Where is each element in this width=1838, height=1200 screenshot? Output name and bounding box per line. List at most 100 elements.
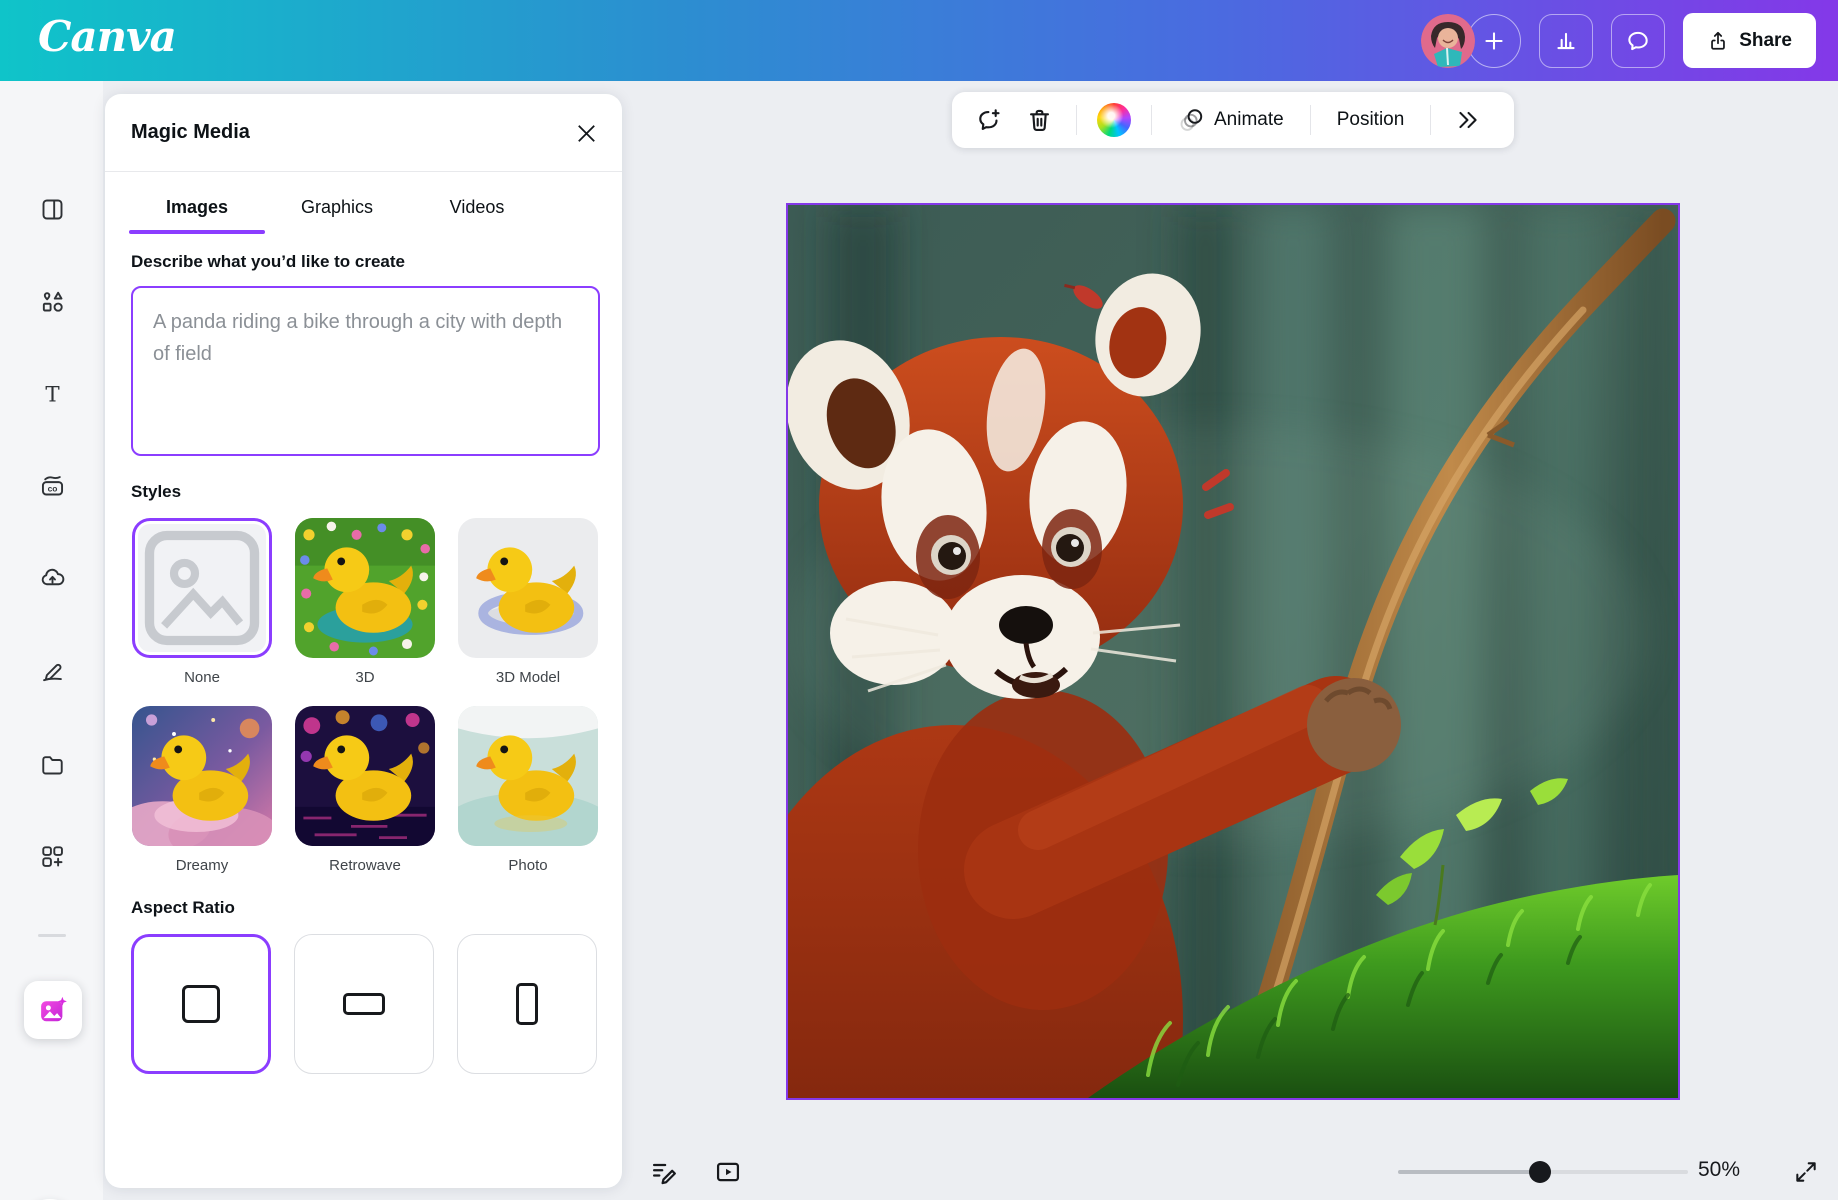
delete-button[interactable]	[1018, 99, 1060, 141]
aspect-option-portrait[interactable]	[457, 934, 597, 1074]
comments-button[interactable]	[1611, 14, 1665, 68]
style-option-dreamy[interactable]: Dreamy	[132, 706, 272, 874]
avatar[interactable]	[1421, 14, 1475, 68]
styles-grid: None	[132, 518, 600, 874]
tab-videos[interactable]: Videos	[407, 180, 547, 234]
canva-logo[interactable]: Canva	[38, 12, 176, 61]
sidebar-item-magic-media[interactable]	[24, 981, 82, 1039]
animate-button[interactable]: Animate	[1168, 98, 1294, 142]
expand-icon	[1793, 1159, 1819, 1185]
toolbar-divider	[1151, 105, 1152, 135]
folder-icon	[39, 751, 66, 778]
svg-text:co: co	[47, 483, 57, 493]
landscape-ratio-icon	[343, 993, 385, 1015]
style-option-retrowave[interactable]: Retrowave	[295, 706, 435, 874]
style-thumb-3d-model[interactable]	[458, 518, 598, 658]
style-thumb-3d[interactable]	[295, 518, 435, 658]
comment-add-icon	[976, 107, 1003, 134]
aspect-ratio-label: Aspect Ratio	[131, 898, 600, 918]
describe-label: Describe what you’d like to create	[131, 252, 600, 272]
style-3d-preview	[295, 518, 435, 658]
panel-title: Magic Media	[131, 121, 250, 144]
play-presentation-icon	[714, 1158, 742, 1186]
speech-bubble-icon	[1625, 28, 1651, 54]
style-thumb-none[interactable]	[132, 518, 272, 658]
elements-shapes-icon	[39, 288, 66, 315]
share-label: Share	[1739, 30, 1792, 52]
text-icon: T	[39, 380, 66, 407]
style-option-none[interactable]: None	[132, 518, 272, 686]
svg-text:T: T	[45, 382, 60, 407]
tab-images[interactable]: Images	[127, 180, 267, 234]
magic-media-icon	[38, 995, 68, 1025]
add-comment-button[interactable]	[968, 99, 1010, 141]
add-member-button[interactable]	[1467, 14, 1521, 68]
animate-icon	[1178, 106, 1206, 134]
zoom-slider[interactable]	[1398, 1170, 1688, 1174]
canvas-toolbar: Animate Position	[952, 92, 1514, 148]
style-option-3d-model[interactable]: 3D Model	[458, 518, 598, 686]
double-chevron-right-icon	[1455, 107, 1481, 133]
sidebar-item-text[interactable]: T	[27, 368, 77, 418]
color-wheel-icon	[1097, 103, 1131, 137]
toolbar-divider	[1076, 105, 1077, 135]
rail-divider	[38, 934, 66, 937]
aspect-option-square[interactable]	[131, 934, 271, 1074]
magic-media-panel: Magic Media Images Graphics Videos Descr…	[105, 94, 622, 1188]
plus-icon	[1481, 28, 1507, 54]
sidebar-item-draw[interactable]	[27, 644, 77, 694]
side-rail: T co	[0, 81, 103, 1200]
present-button[interactable]	[704, 1148, 752, 1196]
avatar-image	[1421, 14, 1475, 68]
style-option-photo[interactable]: Photo	[458, 706, 598, 874]
cloud-upload-icon	[39, 564, 66, 591]
notes-pencil-icon	[650, 1158, 678, 1186]
trash-icon	[1026, 107, 1053, 134]
toolbar-divider	[1310, 105, 1311, 135]
sidebar-item-uploads[interactable]	[27, 552, 77, 602]
fullscreen-button[interactable]	[1782, 1148, 1830, 1196]
sidebar-item-elements[interactable]	[27, 276, 77, 326]
apps-grid-icon	[39, 843, 66, 870]
more-options-button[interactable]	[1447, 99, 1489, 141]
position-button[interactable]: Position	[1327, 101, 1415, 139]
zoom-level-label[interactable]: 50%	[1698, 1158, 1740, 1182]
top-bar: Canva	[0, 0, 1838, 81]
canvas-selected-image[interactable]	[788, 205, 1678, 1098]
animate-label: Animate	[1214, 109, 1284, 131]
sidebar-item-apps[interactable]	[27, 831, 77, 881]
share-upload-icon	[1707, 30, 1729, 52]
notes-button[interactable]	[640, 1148, 688, 1196]
design-icon	[39, 196, 66, 223]
insights-button[interactable]	[1539, 14, 1593, 68]
style-3d-model-preview	[458, 518, 598, 658]
panel-tabs: Images Graphics Videos	[105, 180, 622, 234]
sidebar-item-design[interactable]	[27, 184, 77, 234]
toolbar-divider	[1430, 105, 1431, 135]
red-panda-artwork	[788, 205, 1678, 1098]
aspect-ratio-options	[131, 934, 600, 1074]
sidebar-item-projects[interactable]	[27, 739, 77, 789]
style-thumb-retrowave[interactable]	[295, 706, 435, 846]
style-thumb-dreamy[interactable]	[132, 706, 272, 846]
style-option-3d[interactable]: 3D	[295, 518, 435, 686]
style-photo-preview	[458, 706, 598, 846]
style-thumb-photo[interactable]	[458, 706, 598, 846]
styles-label: Styles	[131, 482, 600, 502]
close-icon	[577, 124, 596, 143]
color-picker-button[interactable]	[1093, 99, 1135, 141]
style-retrowave-preview	[295, 706, 435, 846]
close-panel-button[interactable]	[568, 115, 604, 151]
sidebar-item-brand[interactable]: co	[27, 460, 77, 510]
pen-icon	[39, 656, 66, 683]
square-ratio-icon	[182, 985, 220, 1023]
position-label: Position	[1337, 109, 1405, 131]
portrait-ratio-icon	[516, 983, 538, 1025]
share-button[interactable]: Share	[1683, 13, 1816, 68]
prompt-input[interactable]	[131, 286, 600, 456]
zoom-slider-thumb[interactable]	[1529, 1161, 1551, 1183]
bar-chart-icon	[1553, 28, 1579, 54]
aspect-option-landscape[interactable]	[294, 934, 434, 1074]
panel-header: Magic Media	[105, 94, 622, 172]
tab-graphics[interactable]: Graphics	[267, 180, 407, 234]
